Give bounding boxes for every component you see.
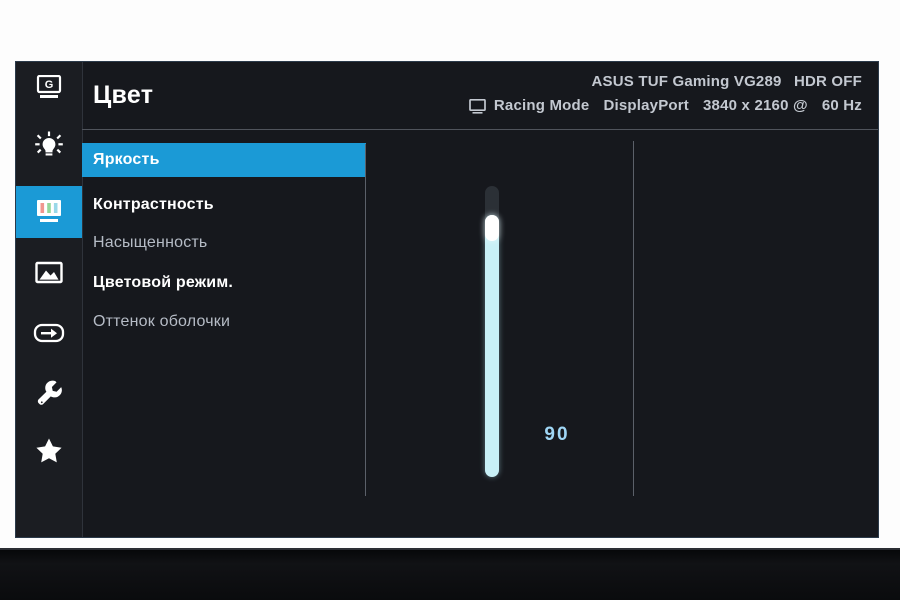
menu-item-color-mode[interactable]: Цветовой режим. xyxy=(82,266,366,300)
menu-item-skin-tone[interactable]: Оттенок оболочки xyxy=(82,305,366,339)
sidebar-item-system[interactable] xyxy=(16,367,82,419)
menu-item-label: Яркость xyxy=(93,151,160,168)
preset-mode-label: Racing Mode xyxy=(493,97,590,114)
star-icon xyxy=(35,437,63,464)
sidebar-item-image[interactable] xyxy=(16,247,82,299)
monitor-bezel xyxy=(0,548,900,600)
menu-item-brightness[interactable]: Яркость xyxy=(82,143,366,177)
sidebar-item-color[interactable] xyxy=(16,186,82,238)
osd-content: Цвет ASUS TUF Gaming VG289 HDR OFF Racin… xyxy=(82,62,878,537)
monitor-status-info: ASUS TUF Gaming VG289 HDR OFF Racing Mod… xyxy=(469,70,862,118)
sidebar-item-shortcut[interactable] xyxy=(16,424,82,476)
menu-item-saturation[interactable]: Насыщенность xyxy=(82,226,366,260)
menu-item-label: Насыщенность xyxy=(93,234,208,251)
input-select-icon xyxy=(33,322,65,344)
slider-value-label: 90 xyxy=(544,424,570,445)
header-divider xyxy=(82,129,878,130)
menu-item-label: Контрастность xyxy=(93,196,214,213)
slider-fill xyxy=(485,215,499,477)
menu-item-label: Цветовой режим. xyxy=(93,274,233,291)
slider-thumb[interactable] xyxy=(485,215,499,241)
page-title: Цвет xyxy=(93,81,154,109)
svg-text:G: G xyxy=(45,79,54,91)
header-info-line-model: ASUS TUF Gaming VG289 HDR OFF xyxy=(469,70,862,94)
input-source-label: DisplayPort xyxy=(603,97,689,114)
monitor-model-label: ASUS TUF Gaming VG289 xyxy=(591,73,782,90)
menu-item-contrast[interactable]: Контрастность xyxy=(82,188,366,222)
sidebar-item-input[interactable] xyxy=(16,307,82,359)
brightness-bulb-icon xyxy=(34,131,64,159)
osd-sidebar: G xyxy=(16,62,83,537)
color-bars-icon xyxy=(34,199,64,226)
sidebar-item-gaming[interactable]: G xyxy=(16,62,82,114)
wrench-icon xyxy=(36,379,62,407)
refresh-rate-label: 60 Hz xyxy=(821,97,862,114)
menu-item-label: Оттенок оболочки xyxy=(93,313,231,330)
image-picture-icon xyxy=(34,261,64,285)
vertical-divider-right xyxy=(633,141,634,496)
sidebar-item-blue-light[interactable] xyxy=(16,119,82,171)
gaming-monitor-g-icon: G xyxy=(35,75,63,101)
bezel-highlight-edge xyxy=(0,548,900,550)
resolution-label: 3840 x 2160 @ xyxy=(703,97,808,114)
vertical-divider-left xyxy=(365,144,366,496)
display-icon xyxy=(469,98,486,114)
osd-header: Цвет ASUS TUF Gaming VG289 HDR OFF Racin… xyxy=(82,62,878,130)
hdr-status-label: HDR OFF xyxy=(793,73,862,90)
osd-menu-panel: G Цвет ASUS TUF Gaming VG289 HDR OFF Rac… xyxy=(16,62,878,537)
header-info-line-signal: Racing Mode DisplayPort 3840 x 2160 @ 60… xyxy=(469,94,862,118)
brightness-slider[interactable] xyxy=(485,186,499,477)
